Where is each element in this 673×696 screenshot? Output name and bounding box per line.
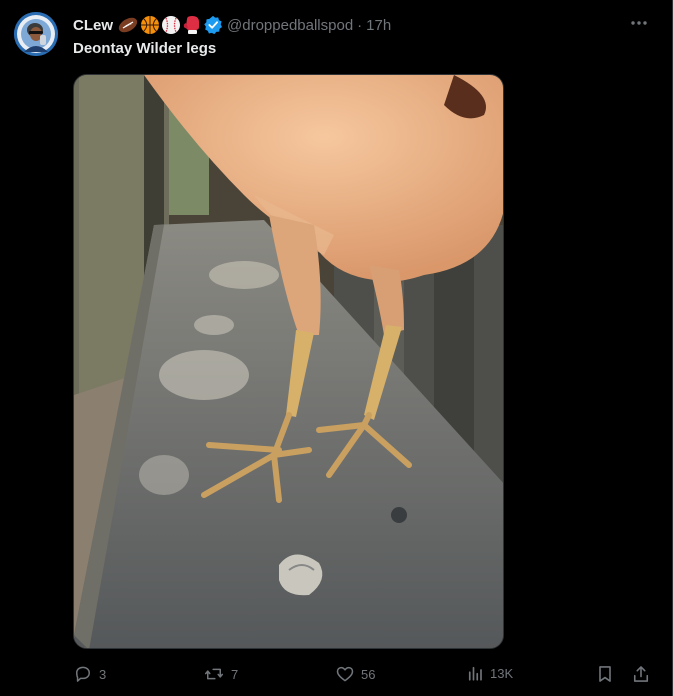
reply-button[interactable]: 3 — [73, 664, 106, 684]
verified-badge-icon — [204, 15, 223, 35]
bookmark-button[interactable] — [595, 664, 615, 684]
more-icon — [631, 21, 647, 25]
views-chart-icon — [468, 666, 482, 681]
basketball-icon — [141, 16, 160, 34]
more-button[interactable] — [628, 12, 650, 34]
views-count: 13K — [490, 665, 514, 681]
share-button[interactable] — [631, 664, 651, 684]
author-name[interactable]: CLew — [73, 17, 113, 34]
boxing-glove-icon — [183, 16, 200, 34]
repost-button[interactable]: 7 — [203, 664, 238, 684]
share-icon — [633, 666, 649, 682]
reply-icon — [76, 666, 90, 682]
avatar-image — [14, 12, 58, 56]
repost-count: 7 — [231, 666, 239, 682]
tweet-header: CLew @droppedballspod · 17h — [73, 14, 391, 36]
repost-icon — [204, 668, 224, 680]
heart-icon — [336, 666, 354, 682]
tweet-media[interactable] — [73, 74, 504, 649]
bookmark-icon — [599, 666, 611, 682]
tweet-text: Deontay Wilder legs — [73, 40, 217, 57]
post-time[interactable]: 17h — [366, 17, 391, 34]
like-button[interactable]: 56 — [335, 664, 375, 684]
chicken-legs-photo — [74, 75, 503, 648]
avatar[interactable] — [14, 12, 58, 56]
views-button[interactable]: 13K — [466, 664, 513, 682]
american-football-icon — [118, 17, 138, 33]
author-handle[interactable]: @droppedballspod — [227, 17, 353, 34]
separator-dot: · — [357, 16, 363, 34]
tweet-actions: 3 7 56 13K — [73, 660, 658, 690]
tweet: CLew @droppedballspod · 17h Deontay Wild… — [0, 0, 673, 696]
like-count: 56 — [361, 666, 376, 682]
baseball-icon — [162, 16, 181, 34]
reply-count: 3 — [99, 666, 107, 682]
name-emojis — [117, 15, 223, 35]
